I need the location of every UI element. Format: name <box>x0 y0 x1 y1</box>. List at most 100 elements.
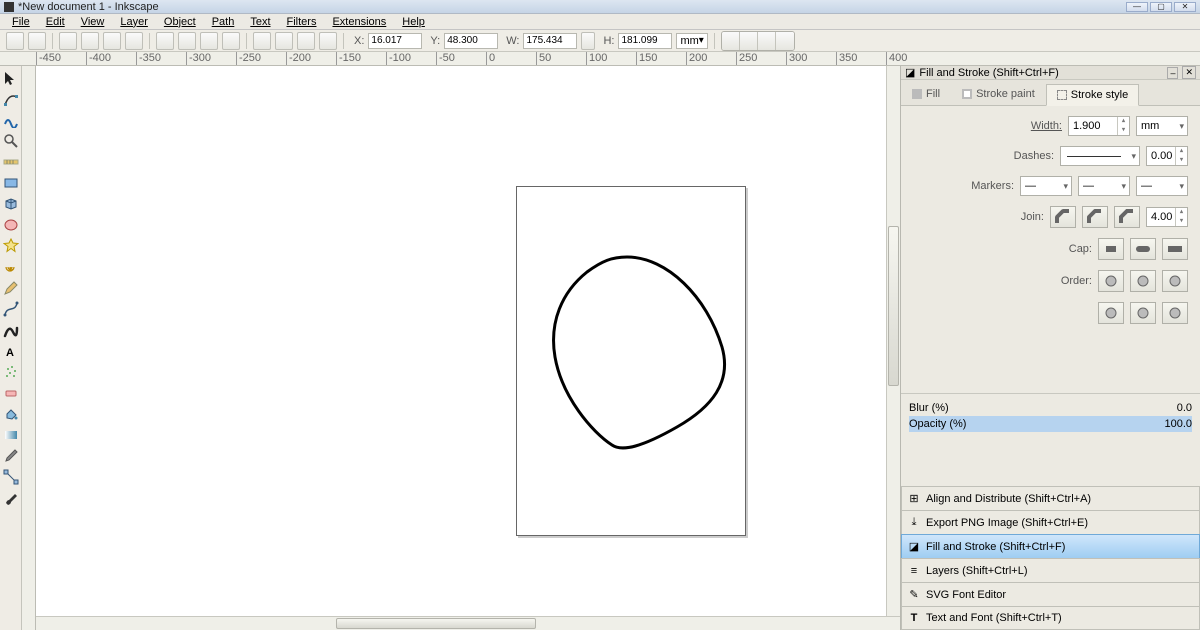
ruler-vertical[interactable] <box>22 66 36 630</box>
lock-aspect-button[interactable] <box>581 32 595 50</box>
tab-stroke-paint[interactable]: Stroke paint <box>951 83 1046 105</box>
affect-2[interactable] <box>740 32 758 50</box>
minimize-button[interactable]: — <box>1126 2 1148 12</box>
tool-3dbox[interactable] <box>1 194 21 214</box>
tab-stroke-style[interactable]: Stroke style <box>1046 84 1139 106</box>
join-round-button[interactable] <box>1082 206 1108 228</box>
tool-spiral[interactable] <box>1 257 21 277</box>
panel-item-layers[interactable]: ≡Layers (Shift+Ctrl+L) <box>901 558 1200 582</box>
raise-top-button[interactable] <box>253 32 271 50</box>
cap-square-button[interactable] <box>1162 238 1188 260</box>
panel-close[interactable]: ✕ <box>1182 66 1196 79</box>
tool-bucket[interactable] <box>1 404 21 424</box>
tool-star[interactable] <box>1 236 21 256</box>
dash-pattern-select[interactable] <box>1060 146 1140 166</box>
close-button[interactable]: ✕ <box>1174 2 1196 12</box>
opt-btn-4[interactable] <box>81 32 99 50</box>
tool-bezier[interactable] <box>1 299 21 319</box>
tool-text[interactable]: A <box>1 341 21 361</box>
tool-dropper[interactable] <box>1 446 21 466</box>
rotate-cw-button[interactable] <box>178 32 196 50</box>
order-5-button[interactable] <box>1130 302 1156 324</box>
scrollbar-horizontal[interactable] <box>36 616 900 630</box>
y-input[interactable] <box>444 33 498 49</box>
panel-item-export[interactable]: ⤓Export PNG Image (Shift+Ctrl+E) <box>901 510 1200 534</box>
tool-pencil[interactable] <box>1 278 21 298</box>
order-6-button[interactable] <box>1162 302 1188 324</box>
menu-filters[interactable]: Filters <box>279 16 325 28</box>
tool-eraser[interactable] <box>1 383 21 403</box>
cap-butt-button[interactable] <box>1098 238 1124 260</box>
cap-round-button[interactable] <box>1130 238 1156 260</box>
tool-gradient[interactable] <box>1 425 21 445</box>
ruler-horizontal[interactable]: -450-400-350-300-250-200-150-100-5005010… <box>0 52 1200 66</box>
tool-zoom[interactable] <box>1 131 21 151</box>
tab-fill[interactable]: Fill <box>901 83 951 105</box>
tool-rectangle[interactable] <box>1 173 21 193</box>
opacity-row[interactable]: Opacity (%) 100.0 <box>909 416 1192 432</box>
dash-offset-input[interactable]: 0.00▴▾ <box>1146 146 1188 166</box>
menu-edit[interactable]: Edit <box>38 16 73 28</box>
tool-paintbrush[interactable] <box>1 488 21 508</box>
drawn-path[interactable] <box>537 247 737 457</box>
menu-text[interactable]: Text <box>242 16 278 28</box>
order-4-button[interactable] <box>1098 302 1124 324</box>
scrollbar-thumb[interactable] <box>336 618 536 629</box>
tool-ellipse[interactable] <box>1 215 21 235</box>
unit-select[interactable]: mm ▾ <box>676 33 707 49</box>
lower-bottom-button[interactable] <box>319 32 337 50</box>
scrollbar-vertical[interactable] <box>886 66 900 630</box>
lower-button[interactable] <box>297 32 315 50</box>
tool-connector[interactable] <box>1 467 21 487</box>
order-3-button[interactable] <box>1162 270 1188 292</box>
menu-extensions[interactable]: Extensions <box>324 16 394 28</box>
panel-item-align[interactable]: ⊞Align and Distribute (Shift+Ctrl+A) <box>901 486 1200 510</box>
join-miter-button[interactable] <box>1114 206 1140 228</box>
opt-btn-6[interactable] <box>125 32 143 50</box>
flip-h-button[interactable] <box>200 32 218 50</box>
h-input[interactable] <box>618 33 672 49</box>
rotate-ccw-button[interactable] <box>156 32 174 50</box>
tool-calligraphy[interactable] <box>1 320 21 340</box>
dock-title-bar: ◪ Fill and Stroke (Shift+Ctrl+F) – ✕ <box>901 66 1200 80</box>
panel-minimize[interactable]: – <box>1167 67 1178 79</box>
order-1-button[interactable] <box>1098 270 1124 292</box>
width-input[interactable]: 1.900▴▾ <box>1068 116 1130 136</box>
menu-object[interactable]: Object <box>156 16 204 28</box>
x-input[interactable] <box>368 33 422 49</box>
panel-item-fillstroke[interactable]: ◪Fill and Stroke (Shift+Ctrl+F) <box>901 534 1200 558</box>
raise-button[interactable] <box>275 32 293 50</box>
join-bevel-button[interactable] <box>1050 206 1076 228</box>
flip-v-button[interactable] <box>222 32 240 50</box>
menu-view[interactable]: View <box>73 16 113 28</box>
tool-measure[interactable] <box>1 152 21 172</box>
menu-file[interactable]: File <box>4 16 38 28</box>
menu-help[interactable]: Help <box>394 16 433 28</box>
marker-start-select[interactable]: — <box>1020 176 1072 196</box>
marker-mid-select[interactable]: — <box>1078 176 1130 196</box>
opt-btn-3[interactable] <box>59 32 77 50</box>
w-input[interactable] <box>523 33 577 49</box>
tool-tweak[interactable] <box>1 110 21 130</box>
miter-limit-input[interactable]: 4.00▴▾ <box>1146 207 1188 227</box>
tool-spray[interactable] <box>1 362 21 382</box>
panel-item-svgfont[interactable]: ✎SVG Font Editor <box>901 582 1200 606</box>
opt-btn-2[interactable] <box>28 32 46 50</box>
maximize-button[interactable]: ▢ <box>1150 2 1172 12</box>
affect-3[interactable] <box>758 32 776 50</box>
menu-path[interactable]: Path <box>204 16 243 28</box>
order-2-button[interactable] <box>1130 270 1156 292</box>
marker-end-select[interactable]: — <box>1136 176 1188 196</box>
tool-node[interactable] <box>1 89 21 109</box>
blur-row[interactable]: Blur (%) 0.0 <box>909 400 1192 416</box>
opt-btn-5[interactable] <box>103 32 121 50</box>
scrollbar-thumb[interactable] <box>888 226 899 386</box>
width-unit-select[interactable]: mm <box>1136 116 1188 136</box>
canvas[interactable] <box>36 66 900 630</box>
tool-selector[interactable] <box>1 68 21 88</box>
menu-layer[interactable]: Layer <box>112 16 156 28</box>
panel-item-textfont[interactable]: TText and Font (Shift+Ctrl+T) <box>901 606 1200 630</box>
affect-4[interactable] <box>776 32 794 50</box>
opt-btn-1[interactable] <box>6 32 24 50</box>
affect-1[interactable] <box>722 32 740 50</box>
